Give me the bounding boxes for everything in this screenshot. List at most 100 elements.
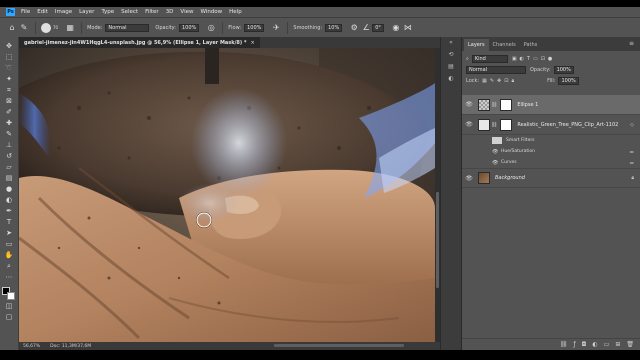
vertical-scroll-thumb[interactable] [436, 192, 439, 288]
flow-field[interactable]: 100% [244, 23, 265, 32]
filter-adjustment-icon[interactable]: ◐ [520, 56, 524, 62]
layer-ellipse-1[interactable]: 👁︎ ⛓︎ Ellipse 1 [462, 95, 640, 115]
menu-3d[interactable]: 3D [166, 9, 174, 15]
filter-toggle-icon[interactable]: ● [548, 56, 552, 62]
add-mask-icon[interactable]: ◘ [582, 341, 587, 348]
eyedropper-tool-icon[interactable]: ✐ [2, 107, 16, 118]
smoothing-options-icon[interactable]: ⚙ [348, 23, 360, 32]
smart-filters-row[interactable]: Smart Filters [462, 135, 640, 146]
marquee-tool-icon[interactable]: ⬚ [2, 52, 16, 63]
quick-mask-icon[interactable]: ◫ [2, 301, 16, 312]
expand-panels-icon[interactable]: « [441, 37, 461, 49]
layer-opacity-field[interactable]: 100% [553, 65, 574, 74]
quick-select-tool-icon[interactable]: ✦ [2, 74, 16, 85]
tab-channels[interactable]: Channels [489, 39, 520, 51]
lock-transparent-icon[interactable]: ▦ [482, 78, 487, 84]
menu-help[interactable]: Help [229, 9, 242, 15]
mode-select[interactable]: Normal [105, 23, 150, 32]
lock-artboard-icon[interactable]: ⊡ [504, 78, 508, 84]
menu-select[interactable]: Select [121, 9, 138, 15]
airbrush-icon[interactable]: ✈ [270, 23, 282, 32]
filter-type-icon[interactable]: T [527, 56, 530, 62]
link-layers-icon[interactable]: ⛓︎ [560, 341, 568, 348]
new-group-icon[interactable]: ▭ [604, 341, 610, 348]
layer-name[interactable]: Background [495, 175, 525, 181]
horizontal-scroll-thumb[interactable] [274, 344, 404, 347]
filter-shape-icon[interactable]: ▭ [533, 56, 538, 62]
doc-size[interactable]: Doc: 11,3M/37,6M [50, 344, 91, 349]
symmetry-icon[interactable]: ⋈ [402, 23, 414, 32]
smart-filter-item[interactable]: 👁︎ Curves ⚌ [462, 157, 640, 168]
fx-icon[interactable]: ƒ [574, 341, 576, 348]
filter-options-icon[interactable]: ⚌ [630, 160, 634, 166]
panel-menu-icon[interactable]: ≡ [629, 40, 634, 47]
menu-edit[interactable]: Edit [37, 9, 48, 15]
filter-options-icon[interactable]: ⚌ [630, 149, 634, 155]
hand-tool-icon[interactable]: ✋ [2, 250, 16, 261]
crop-tool-icon[interactable]: ⌗ [2, 85, 16, 96]
move-tool-icon[interactable]: ✥ [2, 41, 16, 52]
lock-pixels-icon[interactable]: ✎ [490, 78, 494, 84]
close-icon[interactable]: × [251, 40, 255, 46]
blend-mode-select[interactable]: Normal [466, 65, 526, 74]
layer-mask-thumbnail[interactable] [500, 98, 513, 111]
menu-view[interactable]: View [180, 9, 193, 15]
angle-field[interactable]: 0° [372, 23, 384, 32]
new-layer-icon[interactable]: ⊞ [615, 341, 620, 348]
adjustments-icon[interactable]: ◐ [441, 73, 461, 85]
properties-icon[interactable]: ▤ [441, 61, 461, 73]
lasso-tool-icon[interactable]: ➰ [2, 63, 16, 74]
pressure-opacity-icon[interactable]: ◎ [205, 23, 217, 32]
healing-tool-icon[interactable]: ✚ [2, 118, 16, 129]
menu-window[interactable]: Window [200, 9, 222, 15]
layer-name[interactable]: Realistic_Green_Tree_PNG_Clip_Art-1102 [517, 122, 618, 128]
smoothing-field[interactable]: 10% [325, 23, 343, 32]
menu-filter[interactable]: Filter [145, 9, 159, 15]
layer-name[interactable]: Ellipse 1 [517, 102, 538, 108]
home-icon[interactable]: ⌂ [6, 23, 18, 32]
tab-layers[interactable]: Layers [464, 39, 489, 51]
blur-tool-icon[interactable]: ● [2, 184, 16, 195]
smart-filter-mask-thumbnail[interactable] [492, 137, 502, 144]
delete-layer-icon[interactable]: 🗑︎ [626, 341, 634, 348]
document-tab[interactable]: gabriel-jimenez-jin4W1HqgL4-unsplash.jpg… [19, 37, 260, 48]
clone-stamp-tool-icon[interactable]: ⊥ [2, 140, 16, 151]
type-tool-icon[interactable]: T [2, 217, 16, 228]
filter-smart-icon[interactable]: ⊡ [541, 56, 545, 62]
background-color[interactable] [7, 292, 15, 300]
menu-image[interactable]: Image [55, 9, 72, 15]
filter-pixel-icon[interactable]: ▣ [512, 56, 517, 62]
dodge-tool-icon[interactable]: ◐ [2, 195, 16, 206]
layer-tree[interactable]: 👁︎ ⛓︎ Realistic_Green_Tree_PNG_Clip_Art-… [462, 115, 640, 135]
lock-position-icon[interactable]: ✥ [497, 78, 501, 84]
tab-paths[interactable]: Paths [520, 39, 542, 51]
zoom-tool-icon[interactable]: ⌕ [2, 261, 16, 272]
visibility-eye-icon[interactable]: 👁︎ [464, 101, 474, 108]
visibility-eye-icon[interactable]: 👁︎ [492, 160, 501, 166]
visibility-eye-icon[interactable]: 👁︎ [492, 149, 501, 155]
visibility-eye-icon[interactable]: 👁︎ [464, 121, 474, 128]
opacity-field[interactable]: 100% [178, 23, 200, 32]
brush-tool-icon[interactable]: ✎ [2, 129, 16, 140]
path-select-tool-icon[interactable]: ➤ [2, 228, 16, 239]
history-icon[interactable]: ⟲ [441, 49, 461, 61]
brush-tool-icon[interactable]: ✎ [18, 23, 30, 32]
screen-mode-icon[interactable]: ▢ [2, 312, 16, 323]
gradient-tool-icon[interactable]: ▤ [2, 173, 16, 184]
shape-tool-icon[interactable]: ▭ [2, 239, 16, 250]
adjustment-layer-icon[interactable]: ◐ [592, 341, 597, 348]
lock-all-icon[interactable]: 🔒︎ [511, 78, 514, 84]
visibility-eye-icon[interactable]: 👁︎ [464, 175, 474, 182]
layer-background[interactable]: 👁︎ Background 🔒︎ [462, 168, 640, 188]
brush-preset-picker[interactable] [41, 22, 51, 33]
link-icon[interactable]: ⛓︎ [491, 102, 497, 108]
canvas[interactable] [19, 48, 435, 342]
filter-kind-select[interactable]: Kind [471, 54, 508, 63]
menu-layer[interactable]: Layer [79, 9, 94, 15]
more-tools-icon[interactable]: ⋯ [2, 272, 16, 283]
pen-tool-icon[interactable]: ✒ [2, 206, 16, 217]
angle-icon[interactable]: ∠ [360, 23, 372, 32]
pressure-size-icon[interactable]: ◉ [390, 23, 402, 32]
brush-settings-icon[interactable]: ▦ [64, 23, 76, 32]
layer-mask-thumbnail[interactable] [500, 118, 513, 131]
